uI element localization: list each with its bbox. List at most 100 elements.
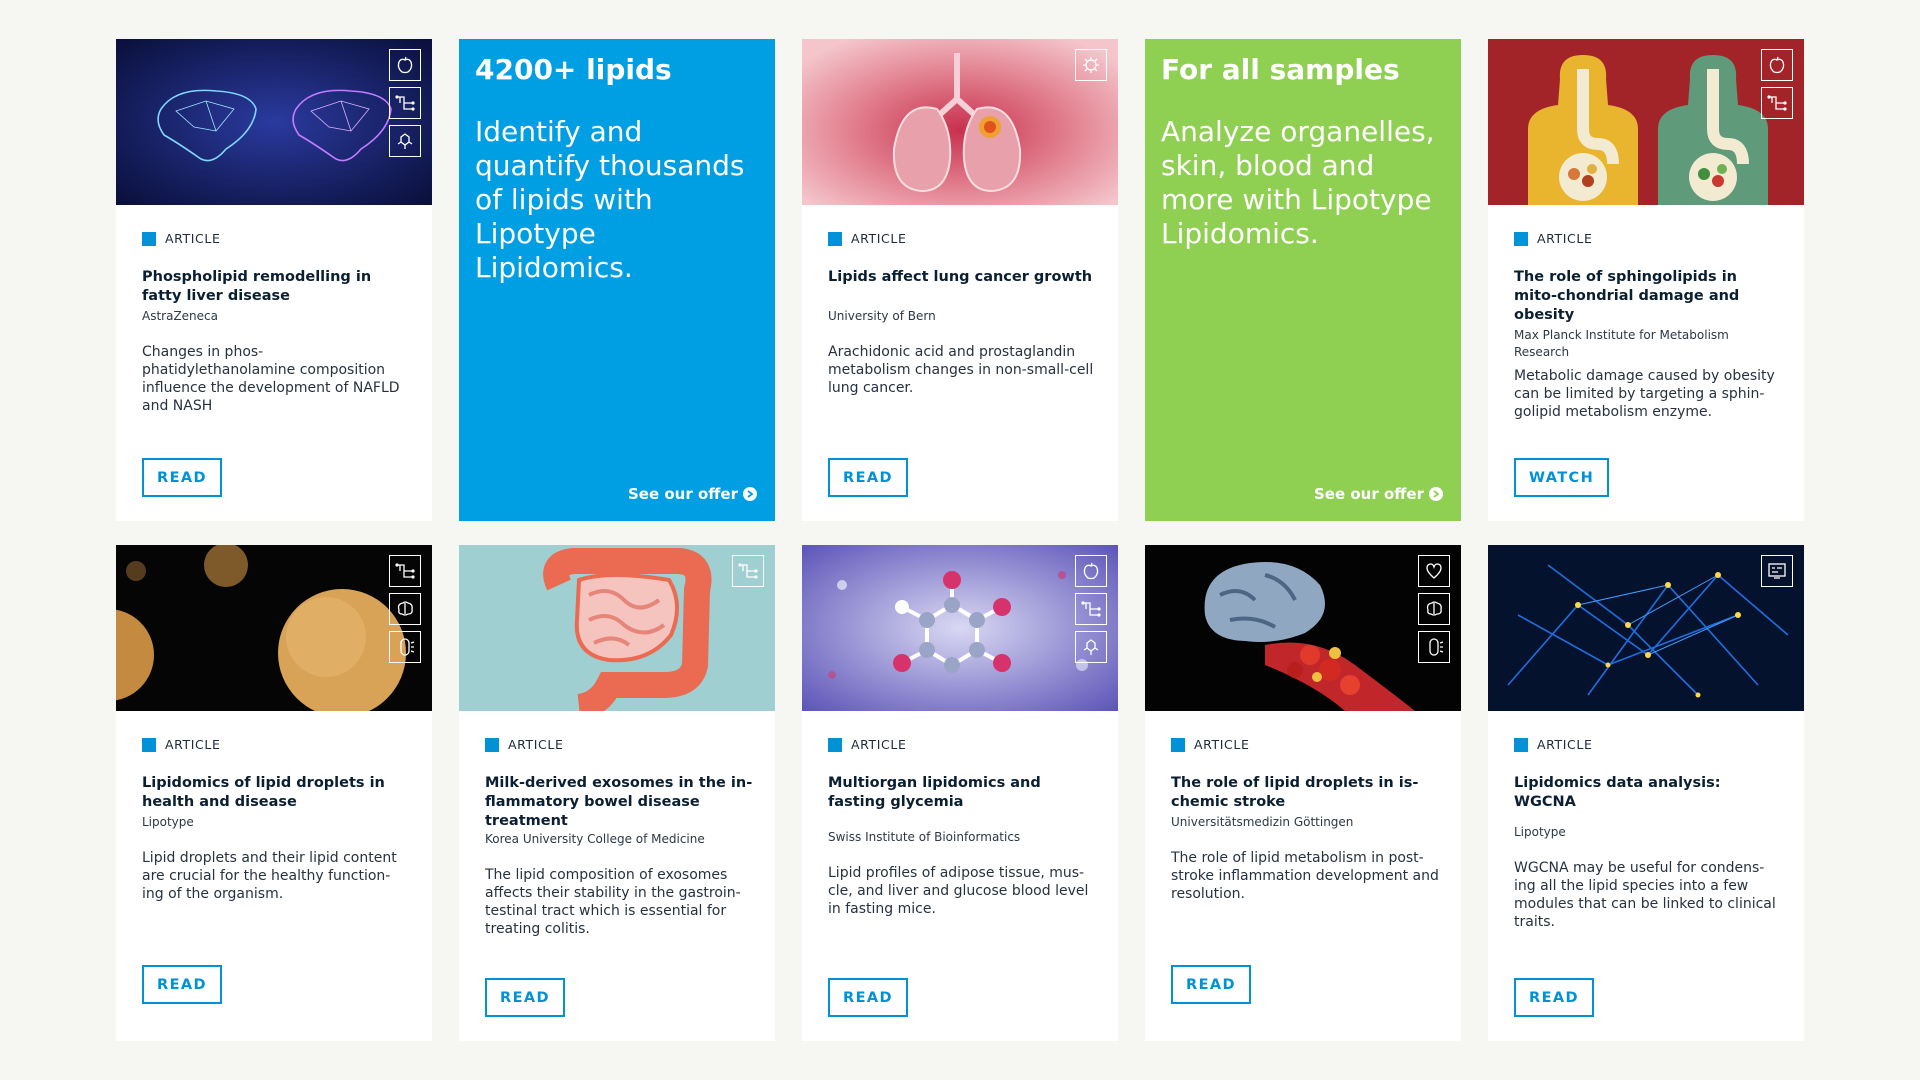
card-description: Lipid droplets and their lipid content a… <box>142 850 397 902</box>
body-digestion-illustration <box>1488 39 1804 205</box>
cell-icon <box>389 631 421 663</box>
card-body: ARTICLE The role of sphingolipids in mit… <box>1514 231 1782 421</box>
card-description: The lipid composition of exosomes affect… <box>485 867 741 937</box>
card-organization: Lipotype <box>142 815 194 829</box>
tag-square-icon <box>828 231 842 246</box>
see-offer-link[interactable]: See our offer <box>1314 485 1443 503</box>
card-description: The role of lipid metabolism in post-str… <box>1171 850 1439 902</box>
topic-icon-stack <box>1075 555 1107 663</box>
read-button[interactable]: READ <box>828 978 908 1017</box>
see-offer-link[interactable]: See our offer <box>628 485 757 503</box>
article-card-sphingolipids[interactable]: ARTICLE The role of sphingolipids in mit… <box>1488 39 1804 521</box>
tag-label: ARTICLE <box>165 737 221 752</box>
card-organization: Max Planck Institute for Metabolism Rese… <box>1514 328 1729 359</box>
card-title[interactable]: Multiorgan lipidomics and fasting glycem… <box>828 774 1096 812</box>
promo-card-samples[interactable]: For all samples Analyze organelles, skin… <box>1145 39 1461 521</box>
card-description: Changes in phos-phatidylethanolamine com… <box>142 344 400 414</box>
tag-square-icon <box>142 231 156 246</box>
card-row-2: ARTICLE Lipidomics of lipid droplets in … <box>116 545 1804 1041</box>
card-organization: Universitätsmedizin Göttingen <box>1171 815 1354 829</box>
card-title[interactable]: The role of lipid droplets in is-chemic … <box>1171 774 1439 812</box>
read-button[interactable]: READ <box>1514 978 1594 1017</box>
article-card-fasting-glycemia[interactable]: ARTICLE Multiorgan lipidomics and fastin… <box>802 545 1118 1041</box>
read-button[interactable]: READ <box>485 978 565 1017</box>
card-title[interactable]: Lipids affect lung cancer growth <box>828 268 1096 287</box>
card-body: ARTICLE The role of lipid droplets in is… <box>1171 737 1439 903</box>
card-title[interactable]: Lipidomics of lipid droplets in health a… <box>142 774 410 812</box>
read-button[interactable]: READ <box>142 965 222 1004</box>
article-card-wgcna[interactable]: ARTICLE Lipidomics data analysis: WGCNA … <box>1488 545 1804 1041</box>
article-card-fatty-liver[interactable]: ARTICLE Phospholipid remodelling in fatt… <box>116 39 432 521</box>
topic-icon-stack <box>732 555 764 587</box>
read-button[interactable]: READ <box>1171 965 1251 1004</box>
read-button[interactable]: READ <box>828 458 908 497</box>
topic-icon-stack <box>1761 49 1793 119</box>
card-organization: University of Bern <box>828 309 936 323</box>
article-card-lipid-droplets[interactable]: ARTICLE Lipidomics of lipid droplets in … <box>116 545 432 1041</box>
lipid-droplets-illustration <box>116 545 432 711</box>
article-tag: ARTICLE <box>1514 231 1782 246</box>
article-card-ischemic-stroke[interactable]: ARTICLE The role of lipid droplets in is… <box>1145 545 1461 1041</box>
card-organization: Korea University College of Medicine <box>485 832 705 846</box>
card-body: ARTICLE Milk-derived exosomes in the in-… <box>485 737 753 938</box>
tag-square-icon <box>1514 737 1528 752</box>
brain-stroke-illustration <box>1145 545 1461 711</box>
virus-icon <box>1075 49 1107 81</box>
liver-illustration <box>116 39 432 205</box>
article-card-exosomes[interactable]: ARTICLE Milk-derived exosomes in the in-… <box>459 545 775 1041</box>
tag-label: ARTICLE <box>508 737 564 752</box>
tag-label: ARTICLE <box>1194 737 1250 752</box>
article-tag: ARTICLE <box>142 737 410 752</box>
molecule-illustration <box>802 545 1118 711</box>
promo-card-lipids[interactable]: 4200+ lipids Identify and quantify thous… <box>459 39 775 521</box>
card-body: ARTICLE Phospholipid remodelling in fatt… <box>142 231 410 415</box>
arrow-right-circle-icon <box>743 487 757 501</box>
tag-square-icon <box>142 737 156 752</box>
pathway-icon <box>1075 593 1107 625</box>
card-title[interactable]: Lipidomics data analysis: WGCNA <box>1514 774 1782 812</box>
watch-button[interactable]: WATCH <box>1514 458 1610 497</box>
brain-icon <box>389 593 421 625</box>
card-title[interactable]: Phospholipid remodelling in fatty liver … <box>142 268 410 306</box>
brain-icon <box>1418 593 1450 625</box>
promo-headline: For all samples <box>1161 53 1400 86</box>
article-grid: ARTICLE Phospholipid remodelling in fatt… <box>116 39 1804 1065</box>
card-organization: AstraZeneca <box>142 309 218 323</box>
molecule-icon <box>1075 631 1107 663</box>
card-organization: Swiss Institute of Bioinformatics <box>828 830 1021 844</box>
card-description: Lipid profiles of adipose tissue, mus-cl… <box>828 865 1089 917</box>
article-tag: ARTICLE <box>1171 737 1439 752</box>
card-body: ARTICLE Multiorgan lipidomics and fastin… <box>828 737 1096 918</box>
apple-icon <box>1075 555 1107 587</box>
lungs-illustration <box>802 39 1118 205</box>
tag-label: ARTICLE <box>1537 737 1593 752</box>
promo-headline: 4200+ lipids <box>475 53 672 86</box>
article-card-lung-cancer[interactable]: ARTICLE Lipids affect lung cancer growth… <box>802 39 1118 521</box>
topic-icon-stack <box>1075 49 1107 81</box>
topic-icon-stack <box>1418 555 1450 663</box>
apple-icon <box>1761 49 1793 81</box>
card-row-1: ARTICLE Phospholipid remodelling in fatt… <box>116 39 1804 521</box>
heart-icon <box>1418 555 1450 587</box>
molecule-icon <box>389 125 421 157</box>
tag-square-icon <box>1514 231 1528 246</box>
intestine-illustration <box>459 545 775 711</box>
tag-label: ARTICLE <box>851 737 907 752</box>
read-button[interactable]: READ <box>142 458 222 497</box>
article-tag: ARTICLE <box>142 231 410 246</box>
tag-label: ARTICLE <box>851 231 907 246</box>
article-tag: ARTICLE <box>828 737 1096 752</box>
tag-square-icon <box>1171 737 1185 752</box>
promo-text: Analyze organelles, skin, blood and more… <box>1161 115 1435 250</box>
see-offer-label: See our offer <box>627 485 738 503</box>
article-tag: ARTICLE <box>485 737 753 752</box>
card-title[interactable]: Milk-derived exosomes in the in-flammato… <box>485 774 753 831</box>
promo-text: Identify and quantify thousands of lipid… <box>475 115 745 284</box>
tag-label: ARTICLE <box>1537 231 1593 246</box>
pathway-icon <box>389 555 421 587</box>
tag-square-icon <box>485 737 499 752</box>
card-title[interactable]: The role of sphingolipids in mito-chondr… <box>1514 268 1782 325</box>
article-tag: ARTICLE <box>828 231 1096 246</box>
card-body: ARTICLE Lipids affect lung cancer growth… <box>828 231 1096 397</box>
pathway-icon <box>732 555 764 587</box>
